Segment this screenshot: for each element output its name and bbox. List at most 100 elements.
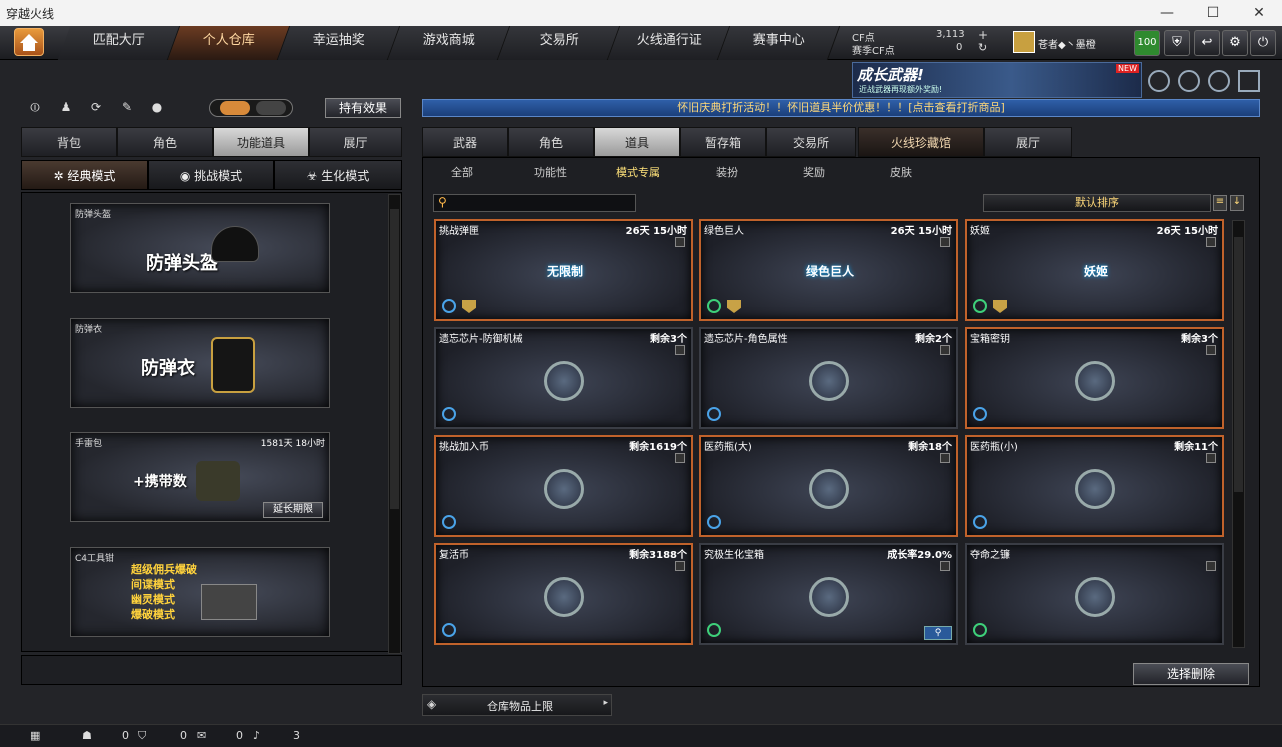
subtab-skins[interactable]: 皮肤	[890, 164, 912, 180]
speaker-icon[interactable]: ♪	[253, 729, 260, 742]
slot-vest[interactable]: 防弹衣 防弹衣	[70, 318, 330, 408]
shield-button[interactable]: ⛨	[1164, 30, 1190, 56]
target-icon	[707, 407, 721, 421]
item-status: 剩余1619个	[629, 442, 687, 453]
banner-subtitle: 近战武器再现额外奖励!	[859, 85, 943, 94]
tab-exchange[interactable]: 交易所	[497, 26, 621, 60]
tools-icon[interactable]: ✎	[116, 100, 138, 118]
slot-helmet[interactable]: 防弹头盔 防弹头盔	[70, 203, 330, 293]
item-icon	[809, 577, 849, 617]
tab-lucky-draw[interactable]: 幸运抽奖	[277, 26, 401, 60]
shield-icon: ⛨	[1172, 35, 1182, 50]
subtab-rewards[interactable]: 奖励	[803, 164, 825, 180]
close-button[interactable]: ✕	[1236, 0, 1282, 26]
right-scrollbar[interactable]	[1232, 220, 1245, 648]
power-button[interactable]: ⏻	[1250, 30, 1276, 56]
announcement-marquee[interactable]: 怀旧庆典打折活动！！怀旧道具半价优惠！！！[点击查看打折商品]	[422, 99, 1260, 117]
storage-limit-bar[interactable]: ◈ 仓库物品上限 ▸	[422, 694, 612, 716]
select-delete-button[interactable]: 选择删除	[1133, 663, 1249, 685]
magnify-button[interactable]: ⚲	[924, 626, 952, 640]
search-input[interactable]: ⚲	[433, 194, 636, 212]
item-name: 妖姬	[970, 226, 990, 237]
item-card[interactable]: 遗忘芯片-防御机械 剩余3个	[434, 327, 693, 429]
right-scroll-thumb[interactable]	[1234, 237, 1243, 492]
subtab-dressup[interactable]: 装扮	[716, 164, 738, 180]
item-card[interactable]: 夺命之镰	[965, 543, 1224, 645]
tab-showroom[interactable]: 展厅	[309, 127, 402, 157]
left-scrollbar[interactable]	[388, 194, 401, 654]
badge-icon-3[interactable]	[1208, 70, 1230, 92]
item-status: 剩余2个	[915, 334, 952, 345]
item-card[interactable]: 医药瓶(小) 剩余11个	[965, 435, 1224, 537]
refresh-icon[interactable]: ↻	[978, 41, 987, 54]
item-card[interactable]: 究极生化宝箱 成长率29.0% ⚲	[699, 543, 958, 645]
tab-trading[interactable]: 交易所	[766, 127, 856, 157]
left-scroll-thumb[interactable]	[390, 209, 399, 509]
item-card[interactable]: 医药瓶(大) 剩余18个	[699, 435, 958, 537]
list-view-icon[interactable]: ≡	[1213, 195, 1227, 211]
tab-match-lobby[interactable]: 匹配大厅	[57, 26, 181, 60]
subtab-all[interactable]: 全部	[451, 164, 473, 180]
mode-challenge[interactable]: ◉ 挑战模式	[148, 160, 274, 190]
clan-icon[interactable]: ⛉	[138, 729, 146, 743]
tab-exhibition[interactable]: 展厅	[984, 127, 1072, 157]
tab-event-center[interactable]: 赛事中心	[717, 26, 841, 60]
grid-icon[interactable]: ▦	[30, 729, 40, 742]
recycle-icon[interactable]: ⟳	[85, 100, 107, 118]
grenade-icon[interactable]: ●	[146, 100, 168, 118]
friends-icon[interactable]: ☗	[82, 729, 92, 742]
item-card[interactable]: 遗忘芯片-角色属性 剩余2个	[699, 327, 958, 429]
currency-box: CF点 3,113 赛季CF点 0 + ↻	[848, 28, 1008, 57]
settings-button[interactable]: ⚙	[1222, 30, 1248, 56]
tab-collection-hall[interactable]: 火线珍藏馆	[858, 127, 984, 157]
subtab-mode-exclusive[interactable]: 模式专属	[616, 164, 660, 180]
slot-c4-pliers[interactable]: C4工具钳 超级佣兵爆破 间谍模式 幽灵模式 爆破模式	[70, 547, 330, 637]
slot-grenade-pack[interactable]: 手雷包 1581天 18小时 +携带数 延长期限	[70, 432, 330, 522]
add-cf-icon[interactable]: +	[978, 28, 988, 42]
badge-icon-1[interactable]	[1148, 70, 1170, 92]
tab-game-mall[interactable]: 游戏商城	[387, 26, 511, 60]
biohazard-icon	[707, 623, 721, 637]
item-card[interactable]: 宝箱密钥 剩余3个	[965, 327, 1224, 429]
sort-dropdown[interactable]: 默认排序	[983, 194, 1211, 212]
minimize-button[interactable]: —	[1144, 0, 1190, 26]
item-image	[771, 457, 889, 517]
tab-personal-warehouse[interactable]: 个人仓库	[167, 26, 291, 60]
tab-character[interactable]: 角色	[117, 127, 213, 157]
tab-roles[interactable]: 角色	[508, 127, 594, 157]
maximize-button[interactable]: ☐	[1190, 0, 1236, 26]
lock-icon	[1206, 561, 1216, 571]
tab-battle-pass[interactable]: 火线通行证	[607, 26, 731, 60]
tab-storage-box[interactable]: 暂存箱	[680, 127, 766, 157]
team-icon[interactable]: ♟	[55, 100, 77, 118]
subtab-functional[interactable]: 功能性	[534, 164, 567, 180]
lock-icon	[1206, 237, 1216, 247]
item-card[interactable]: 复活币 剩余3188个	[434, 543, 693, 645]
character-view-icon[interactable]	[220, 101, 250, 115]
back-button[interactable]: ↩	[1194, 30, 1220, 56]
effects-button[interactable]: 持有效果	[325, 98, 401, 118]
mode-classic[interactable]: ✲ 经典模式	[21, 160, 148, 190]
view-toggle[interactable]	[209, 99, 293, 117]
item-card[interactable]: 绿色巨人 26天 15小时 绿色巨人	[699, 219, 958, 321]
tab-backpack[interactable]: 背包	[21, 127, 117, 157]
tab-weapons[interactable]: 武器	[422, 127, 508, 157]
chat-icon[interactable]: ✉	[197, 729, 206, 742]
badge-icon-2[interactable]	[1178, 70, 1200, 92]
badge-icon-4[interactable]	[1238, 70, 1260, 92]
home-button[interactable]	[14, 28, 44, 56]
item-card[interactable]: 妖姬 26天 15小时 妖姬	[965, 219, 1224, 321]
toggle-off-icon[interactable]: ⏼	[24, 100, 46, 118]
promo-banner[interactable]: 成长武器! 近战武器再现额外奖励! NEW	[852, 62, 1142, 98]
mode-zombie[interactable]: ☣ 生化模式	[274, 160, 402, 190]
item-card[interactable]: 挑战加入币 剩余1619个	[434, 435, 693, 537]
sort-desc-icon[interactable]: ↓	[1230, 195, 1244, 211]
tab-function-items[interactable]: 功能道具	[213, 127, 309, 157]
lock-icon	[675, 237, 685, 247]
challenge-mode-icon: ◉	[179, 169, 195, 183]
item-card[interactable]: 挑战弹匣 26天 15小时 无限制	[434, 219, 693, 321]
app-window: 穿越火线 — ☐ ✕ 匹配大厅 个人仓库 幸运抽奖 游戏商城 交易所 火线通行证…	[0, 0, 1282, 747]
tab-items[interactable]: 道具	[594, 127, 680, 157]
extend-button[interactable]: 延长期限	[263, 502, 323, 518]
armor-view-icon[interactable]	[256, 101, 286, 115]
